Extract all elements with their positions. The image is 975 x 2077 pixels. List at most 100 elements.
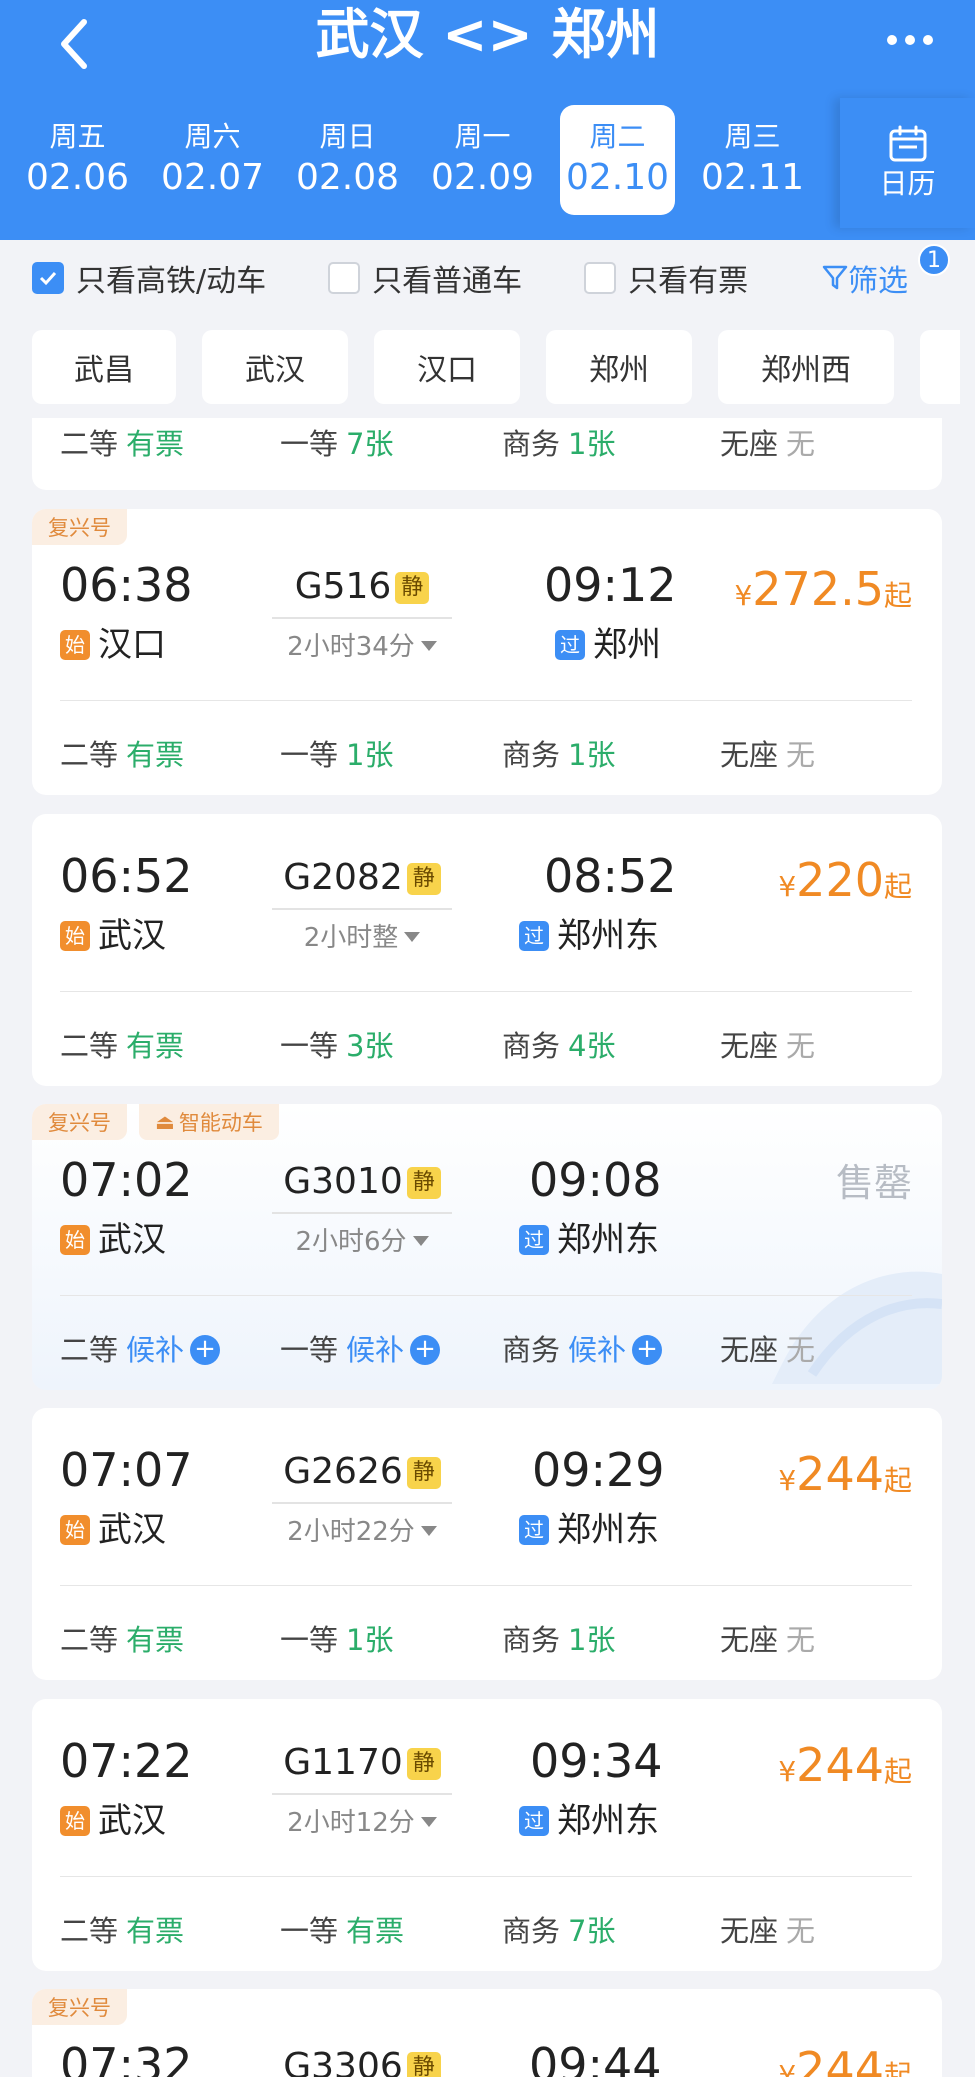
dropdown-triangle-icon [420,641,437,651]
seat-label: 二等 [60,1029,119,1063]
high-speed-only-checkbox[interactable]: 只看高铁/动车 [32,256,266,300]
dropdown-triangle-icon [412,1236,429,1246]
date-tab-selected[interactable]: 周二 02.10 [560,105,675,215]
seat-label: 商务 [502,427,561,461]
station-chip[interactable]: 武昌 [32,330,176,404]
checkbox-unchecked-icon [584,261,617,294]
station-chip[interactable]: 汉口 [374,330,520,404]
seat-second-waitlist[interactable]: 二等 候补 + [60,1326,221,1374]
fuxing-tag: 复兴号 [32,1104,127,1140]
normal-only-checkbox[interactable]: 只看普通车 [328,256,522,300]
quiet-car-badge: 静 [406,1457,441,1489]
train-card[interactable]: 复兴号 07:32 G3306 静 09:44 ¥244起 [32,1989,942,2077]
seat-standing: 无座无 [720,731,815,779]
price: ¥244起 [778,2041,912,2077]
train-card-sold-out[interactable]: 复兴号 ⏏ 智能动车 07:02 始武汉 G3010 静 2小时6分 09:08 过… [32,1104,942,1390]
seat-label: 商务 [502,738,561,772]
seat-availability: 无 [786,738,816,772]
calendar-button[interactable]: 日历 [840,98,975,228]
train-card[interactable]: 07:07 始武汉 G2626 静 2小时22分 09:29 过郑州东 ¥244起… [32,1408,942,1680]
seat-availability: 有票 [126,738,185,772]
date-tab[interactable]: 周一 02.09 [425,105,540,215]
train-card[interactable]: 06:52 始武汉 G2082 静 2小时整 08:52 过郑州东 ¥220起 二… [32,814,942,1086]
station-chip[interactable]: 郑州 [546,330,692,404]
arrival-station-name: 郑州东 [557,1801,659,1841]
train-number-text: G3306 [283,2046,403,2077]
seat-availability: 有票 [126,1623,185,1657]
checkbox-unchecked-icon [328,261,361,294]
date-value: 02.07 [160,157,265,198]
origin-mark: 始 [60,921,90,951]
duration-line [272,908,452,910]
seat-label: 商务 [502,1623,561,1657]
departure-time: 06:38 [60,558,193,612]
date-weekday: 周六 [184,120,241,153]
seat-first-waitlist[interactable]: 一等 候补 + [280,1326,441,1374]
seat-availability: 1张 [568,427,616,461]
seat-availability: 有票 [126,1914,185,1948]
available-only-checkbox[interactable]: 只看有票 [584,256,748,300]
seat-label: 一等 [280,1623,339,1657]
departure-station-name: 武汉 [98,1220,166,1260]
checkbox-checked-icon [32,261,64,294]
seat-label: 商务 [502,1333,561,1367]
date-tab[interactable]: 周五 02.06 [20,105,135,215]
station-chip[interactable]: 武汉 [202,330,348,404]
duration-text: 2小时6分 [295,1227,407,1257]
filter-button[interactable]: 筛选 [822,256,908,300]
seat-label: 无座 [720,1914,779,1948]
header-bar: 武汉 <> 郑州 周五 02.06 周六 02.07 周日 02.08 周一 02.09… [0,0,975,240]
checkbox-label: 只看高铁/动车 [76,263,267,299]
date-tab[interactable]: 周日 02.08 [290,105,405,215]
train-number: G2082 静 [272,855,452,901]
dropdown-triangle-icon [420,1526,437,1536]
calendar-icon [889,125,926,162]
more-options-icon[interactable] [875,10,945,70]
arrival-time: 09:12 [544,558,677,612]
station-chip[interactable]: 郑州西 [718,330,894,404]
price: ¥272.5起 [734,561,912,624]
seat-first: 一等 有票 [280,1907,404,1955]
sold-out-status: 售罄 [835,1161,912,1205]
price-suffix: 起 [883,870,912,903]
station-chip-more[interactable] [920,330,960,404]
train-card-partial[interactable]: 二等 有票 一等 7张 商务 1张 无座无 [32,418,942,490]
price-suffix: 起 [883,579,912,612]
duration-toggle[interactable]: 2小时整 [272,920,452,956]
seat-business-waitlist[interactable]: 商务 候补 + [502,1326,663,1374]
seat-label: 无座 [720,1623,779,1657]
fuxing-tag: 复兴号 [32,1989,127,2025]
arrival-station-name: 郑州东 [557,1220,659,1260]
dropdown-triangle-icon [420,1817,437,1827]
seat-business: 商务 7张 [502,1907,615,1955]
train-card[interactable]: 复兴号 06:38 始汉口 G516 静 2小时34分 09:12 过郑州 ¥27… [32,509,942,795]
train-number: G3306 静 [272,2044,452,2077]
duration-line [272,1212,452,1214]
duration-toggle[interactable]: 2小时12分 [272,1805,452,1841]
quiet-car-badge: 静 [406,1167,441,1199]
smart-emu-tag: ⏏ 智能动车 [139,1104,279,1140]
arrival-time: 09:08 [529,1153,662,1207]
date-tab[interactable]: 周三 02.11 [695,105,810,215]
plus-icon: + [190,1335,221,1365]
seat-label: 一等 [280,1029,339,1063]
date-tab[interactable]: 周六 02.07 [155,105,270,215]
divider [60,1295,912,1296]
seat-first: 一等 1张 [280,731,393,779]
departure-station-name: 汉口 [98,625,166,665]
divider [60,991,912,992]
train-card[interactable]: 07:22 始武汉 G1170 静 2小时12分 09:34 过郑州东 ¥244起… [32,1699,942,1971]
filter-bar: 只看高铁/动车 只看普通车 只看有票 筛选 1 [0,240,975,315]
seat-availability: 候补 [346,1333,405,1367]
price-currency: ¥ [778,870,797,903]
duration-toggle[interactable]: 2小时34分 [272,629,452,665]
departure-station: 始武汉 [60,1508,166,1552]
duration-toggle[interactable]: 2小时22分 [272,1514,452,1550]
funnel-icon [822,265,848,290]
duration-text: 2小时12分 [287,1808,415,1838]
price: ¥244起 [778,1737,912,1800]
seat-availability: 有票 [346,1914,405,1948]
calendar-label: 日历 [879,167,936,200]
date-value: 02.09 [430,157,535,198]
duration-toggle[interactable]: 2小时6分 [272,1224,452,1260]
